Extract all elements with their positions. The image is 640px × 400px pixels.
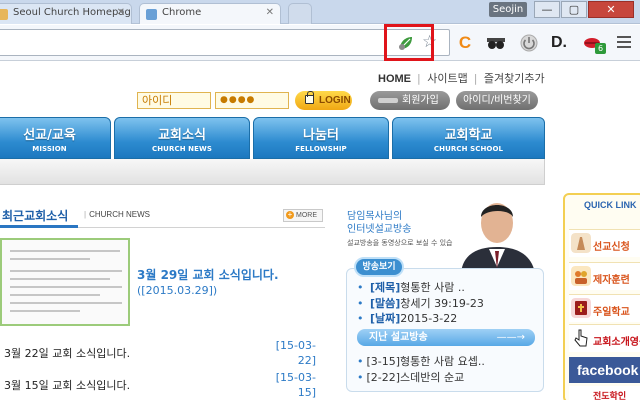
- praying-hands-icon: [571, 233, 591, 253]
- home-link[interactable]: HOME: [378, 73, 411, 85]
- nav-item-church-news[interactable]: 교회소식 CHURCH NEWS: [114, 117, 250, 159]
- nav-sublabel: CHURCH SCHOOL: [433, 145, 504, 153]
- close-tab-icon[interactable]: ✕: [117, 7, 125, 18]
- news-sub-label: CHURCH NEWS: [84, 210, 150, 219]
- main-nav: 선교/교육 MISSION 교회소식 CHURCH NEWS 나눔터 FELLO…: [0, 117, 545, 159]
- past-sermon-item[interactable]: [3-15]형통한 사람 요셉..: [357, 353, 485, 369]
- nav-item-church-school[interactable]: 교회학교 CHURCH SCHOOL: [392, 117, 545, 159]
- quick-item-discipleship[interactable]: 제자훈련: [569, 262, 640, 290]
- sermon-value: 창세기 39:19-23: [400, 297, 484, 310]
- add-favorite-link[interactable]: 즐겨찾기추가: [484, 72, 545, 85]
- highlight-frame: [384, 24, 434, 61]
- sermon-date-line[interactable]: [날짜]2015-3-22: [357, 310, 457, 326]
- quick-item-sunday-school[interactable]: 주일학교: [569, 294, 640, 322]
- sermon-heading: 담임목사님의 인터넷설교방송: [347, 210, 411, 236]
- extension-badge: 6: [595, 43, 606, 54]
- glasses-extension-icon[interactable]: [486, 33, 506, 53]
- news-tab[interactable]: 최근교회소식: [2, 207, 68, 224]
- past-sermons-label: 지난 설교방송: [369, 332, 428, 343]
- sermon-scripture-line[interactable]: [말씀]창세기 39:19-23: [357, 295, 484, 311]
- browser-toolbar: [0, 25, 640, 61]
- favicon-icon: [146, 9, 157, 20]
- nav-item-fellowship[interactable]: 나눔터 FELLOWSHIP: [253, 117, 389, 159]
- top-links: HOME | 사이트맵 | 즐겨찾기추가: [378, 72, 545, 85]
- quick-item-label: 선교신청: [593, 242, 630, 253]
- active-tab-underline: [0, 225, 78, 228]
- c-extension-icon[interactable]: C: [455, 33, 475, 53]
- browser-tab-active[interactable]: Chrome ✕: [139, 3, 281, 24]
- quick-item-mission-apply[interactable]: 선교신청: [569, 229, 640, 257]
- featured-news-date: ([2015.03.29]): [137, 284, 218, 297]
- profile-button[interactable]: Seojin: [489, 2, 527, 17]
- past-sermons-tab[interactable]: 지난 설교방송 ——→: [357, 329, 535, 346]
- pointer-hand-icon: [574, 329, 588, 347]
- nav-label: 나눔터: [303, 128, 339, 143]
- nav-label: 교회소식: [158, 128, 206, 143]
- d-extension-icon[interactable]: D.: [549, 33, 569, 53]
- watch-sermon-badge[interactable]: 방송보기: [354, 257, 404, 277]
- close-window-button[interactable]: ✕: [588, 1, 634, 18]
- sermon-key: [제목]: [370, 281, 401, 294]
- password-input[interactable]: ●●●●: [215, 92, 289, 109]
- quick-link-title: QUICK LINK: [584, 200, 637, 210]
- pastor-photo: [453, 193, 541, 273]
- facebook-button[interactable]: facebook: [569, 357, 640, 383]
- more-button[interactable]: MORE: [283, 209, 323, 222]
- group-icon: [571, 266, 591, 286]
- join-label: 회원가입: [402, 95, 439, 106]
- sermon-key: [날짜]: [370, 312, 401, 325]
- tab-title: Seoul Church Homepage: [13, 7, 132, 18]
- quick-item-label: 제자훈련: [593, 275, 630, 286]
- sermon-heading-line2: 인터넷설교방송: [347, 224, 412, 235]
- sermon-value: 형통한 사람 ..: [400, 281, 465, 294]
- quick-item-label: 전도학인: [593, 392, 627, 400]
- news-row-title[interactable]: 3월 15일 교회 소식입니다.: [4, 377, 130, 393]
- nav-sublabel: CHURCH NEWS: [151, 145, 212, 153]
- sermon-heading-line1: 담임목사님의: [347, 211, 403, 222]
- lock-icon: [305, 91, 314, 104]
- favicon-icon: [0, 9, 8, 20]
- past-sermon-item[interactable]: [2-22]스데반의 순교: [357, 369, 465, 385]
- arrow-right-icon: ——→: [496, 332, 525, 343]
- sermon-value: 2015-3-22: [400, 312, 458, 325]
- nav-sublabel: FELLOWSHIP: [295, 145, 347, 153]
- nav-sublabel: MISSION: [32, 145, 67, 153]
- nav-label: 교회학교: [444, 128, 493, 143]
- sermon-key: [말씀]: [370, 297, 401, 310]
- id-input[interactable]: 아이디: [137, 92, 211, 109]
- minimize-button[interactable]: —: [534, 1, 560, 18]
- bible-icon: [571, 298, 591, 318]
- sitemap-link[interactable]: 사이트맵: [427, 72, 467, 85]
- submenu-bar: [0, 159, 545, 185]
- tab-strip: Seoul Church Homepage ✕ Chrome ✕ Seojin …: [0, 0, 640, 24]
- maximize-button[interactable]: ▢: [561, 1, 587, 18]
- news-row-date: [15-03-15]: [275, 371, 316, 399]
- news-row-date: [15-03-22]: [275, 339, 316, 367]
- nav-item-mission[interactable]: 선교/교육 MISSION: [0, 117, 111, 159]
- news-thumbnail[interactable]: [0, 238, 130, 326]
- address-bar[interactable]: [0, 29, 450, 56]
- chrome-menu-icon[interactable]: [617, 36, 631, 48]
- quick-item-label: 주일학교: [593, 307, 630, 318]
- sermon-subtitle: 설교방송을 동영상으로 보실 수 있습니다.: [347, 239, 468, 247]
- quick-item-church-video[interactable]: 교회소개영상: [569, 324, 640, 352]
- quick-item-label: 교회소개영상: [593, 337, 640, 348]
- nav-label: 선교/교육: [23, 128, 76, 143]
- sermon-title-line[interactable]: [제목]형통한 사람 ..: [357, 279, 465, 295]
- close-tab-icon[interactable]: ✕: [266, 7, 274, 18]
- power-extension-icon[interactable]: [519, 33, 539, 53]
- featured-news-title[interactable]: 3월 29일 교회 소식입니다.: [137, 266, 279, 283]
- news-row-title[interactable]: 3월 22일 교회 소식입니다.: [4, 345, 130, 361]
- tab-title: Chrome: [162, 7, 202, 18]
- member-card-icon: [378, 98, 398, 103]
- find-account-button[interactable]: 아이디/비번찾기: [456, 91, 538, 110]
- quick-item-evangelism[interactable]: 전도학인: [569, 386, 640, 400]
- browser-tab[interactable]: Seoul Church Homepage ✕: [0, 3, 132, 24]
- join-button[interactable]: 회원가입: [370, 91, 450, 110]
- new-tab-button[interactable]: [288, 3, 312, 24]
- login-button[interactable]: LOGIN: [295, 91, 352, 110]
